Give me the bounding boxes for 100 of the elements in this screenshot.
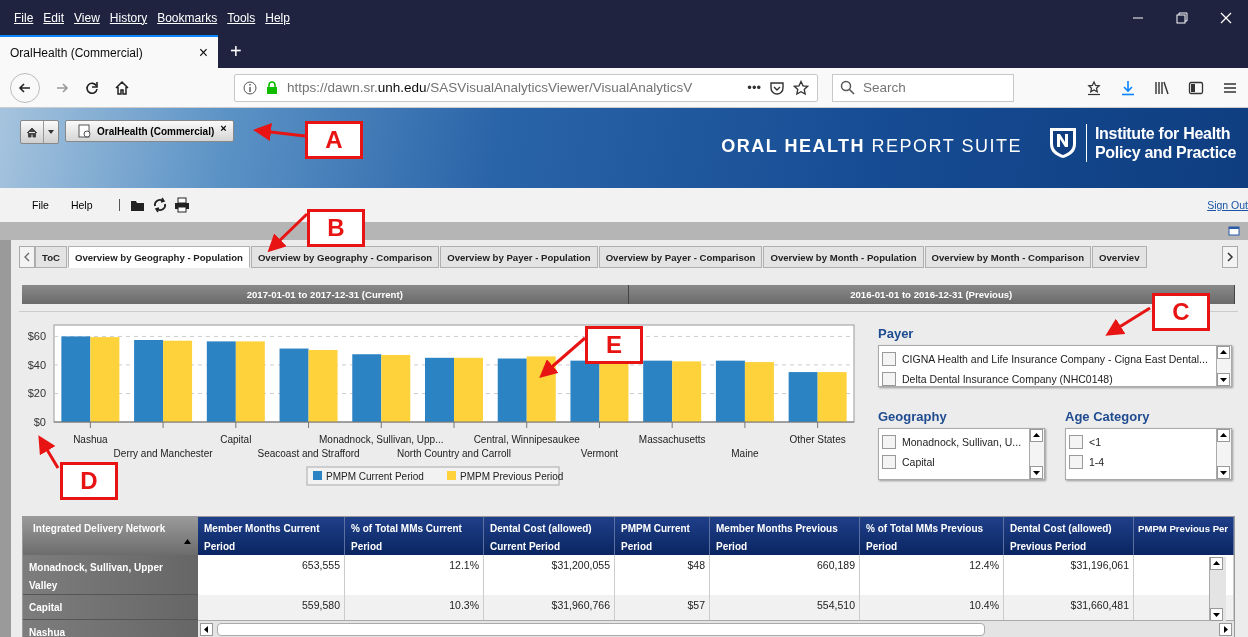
column-header[interactable]: % of Total MMs Previous Period — [860, 517, 1004, 555]
callout-arrow — [267, 212, 309, 253]
column-header[interactable]: Dental Cost (allowed) Current Period — [484, 517, 615, 555]
scroll-left-button[interactable] — [200, 623, 213, 636]
menu-item[interactable]: Help — [265, 10, 290, 25]
filter-list[interactable]: CIGNA Health and Life Insurance Company - Cigna East Dental... Delta Dental Insurance Company (NHC0148) — [878, 345, 1232, 387]
checkbox[interactable] — [882, 455, 896, 469]
report-page-tab[interactable]: ToC — [35, 246, 67, 268]
chevron-right-icon — [1226, 252, 1234, 262]
maximize-icon[interactable] — [1228, 225, 1240, 237]
column-header[interactable]: Dental Cost (allowed) Previous Period — [1004, 517, 1134, 555]
report-page-tab[interactable]: Overview by Payer - Comparison — [598, 246, 763, 268]
filter-list[interactable]: Monadnock, Sullivan, U... Capital — [878, 428, 1045, 480]
report-page-tab[interactable]: Overview by Month - Population — [763, 246, 924, 268]
filter-option[interactable]: 1-4 — [1089, 456, 1105, 468]
period-header: 2017-01-01 to 2017-12-31 (Current) — [22, 285, 629, 304]
info-icon[interactable] — [243, 80, 257, 95]
scroll-right-button[interactable] — [1219, 623, 1232, 636]
refresh-icon[interactable] — [151, 197, 168, 213]
vertical-scrollbar[interactable] — [1216, 429, 1231, 479]
callout-label: C — [1152, 293, 1210, 331]
bar[interactable] — [788, 372, 818, 422]
menu-item[interactable]: View — [74, 10, 100, 25]
filter-title: Age Category — [1065, 409, 1151, 424]
filter-option[interactable]: CIGNA Health and Life Insurance Company - Cigna East Dental... — [902, 353, 1208, 365]
bar[interactable] — [643, 360, 673, 422]
bar[interactable] — [61, 336, 91, 422]
print-icon[interactable] — [173, 197, 190, 213]
home-button[interactable] — [20, 120, 59, 144]
filter-option[interactable]: Delta Dental Insurance Company (NHC0148) — [902, 373, 1113, 385]
scrollbar-thumb[interactable] — [217, 623, 985, 636]
scroll-up-button[interactable] — [1030, 429, 1043, 442]
search-icon — [840, 79, 856, 96]
report-page-tab[interactable]: Overview by Geography - Comparison — [250, 246, 440, 268]
report-page-tab[interactable]: Overview by Month - Comparison — [924, 246, 1091, 268]
report-page-tab[interactable]: Overviev — [1092, 246, 1147, 268]
url-field[interactable]: https://dawn.sr.unh.edu/SASVisualAnalyticsViewer/VisualAnalyticsV ••• — [234, 73, 818, 102]
menu-item[interactable]: History — [109, 10, 148, 25]
sign-out-link[interactable]: Sign Out — [1207, 199, 1248, 211]
report-page-tab[interactable]: Overview by Payer - Population — [440, 246, 598, 268]
star-icon[interactable] — [793, 79, 809, 96]
vertical-scrollbar[interactable] — [1216, 346, 1231, 386]
menu-item[interactable]: Tools — [227, 10, 256, 25]
scroll-down-button[interactable] — [1217, 373, 1230, 386]
checkbox[interactable] — [882, 435, 896, 449]
axis-label: Seacoast and Strafford — [257, 448, 360, 459]
bar[interactable] — [570, 360, 600, 422]
sidebar-icon[interactable] — [1188, 79, 1204, 96]
caret-icon — [47, 128, 55, 136]
scroll-up-button[interactable] — [1210, 557, 1223, 570]
column-header[interactable]: Member Months Previous Period — [710, 517, 860, 555]
bar[interactable] — [134, 340, 164, 422]
column-header[interactable]: PMPM Previous Per — [1134, 517, 1234, 555]
new-tab-button[interactable]: + — [218, 40, 254, 63]
scroll-up-button[interactable] — [1217, 346, 1230, 359]
home-icon[interactable] — [114, 79, 130, 96]
home-icon — [26, 126, 38, 138]
menu-item[interactable]: Bookmarks — [157, 10, 218, 25]
bookmark-star-icon[interactable] — [1086, 79, 1102, 96]
menu-item[interactable]: Edit — [43, 10, 65, 25]
scroll-down-button[interactable] — [1217, 466, 1230, 479]
column-header[interactable]: Member Months Current Period — [198, 517, 345, 555]
browser-tab[interactable]: OralHealth (Commercial) × — [0, 35, 218, 68]
download-icon[interactable] — [1120, 79, 1136, 96]
vertical-scrollbar[interactable] — [1209, 557, 1226, 621]
bar[interactable] — [599, 362, 629, 422]
restore-icon[interactable] — [1174, 9, 1190, 26]
checkbox[interactable] — [1069, 455, 1083, 469]
scroll-down-button[interactable] — [1030, 466, 1043, 479]
bar[interactable] — [715, 360, 745, 422]
filter-option[interactable]: Capital — [902, 456, 935, 468]
checkbox[interactable] — [1069, 435, 1083, 449]
filter-option[interactable]: Monadnock, Sullivan, U... — [902, 436, 1022, 448]
filter-option[interactable]: <1 — [1089, 436, 1101, 448]
vertical-scrollbar[interactable] — [1029, 429, 1044, 479]
bar[interactable] — [497, 358, 527, 422]
horizontal-scrollbar[interactable] — [198, 620, 1234, 637]
sort-up-icon[interactable] — [183, 537, 192, 546]
checkbox[interactable] — [882, 372, 896, 386]
filter-list[interactable]: <1 1-4 — [1065, 428, 1232, 480]
reload-icon[interactable] — [84, 79, 100, 96]
search-field[interactable]: Search — [832, 73, 1014, 102]
menu-item[interactable]: File — [32, 199, 49, 211]
tab-scroll-left[interactable] — [19, 246, 35, 268]
menu-item[interactable]: File — [14, 10, 34, 25]
library-icon[interactable] — [1154, 79, 1170, 96]
tab-scroll-right[interactable] — [1222, 246, 1238, 268]
bar[interactable] — [352, 354, 382, 422]
column-header[interactable]: % of Total MMs Current Period — [345, 517, 484, 555]
scroll-up-button[interactable] — [1217, 429, 1230, 442]
bar[interactable] — [206, 341, 236, 422]
report-tab[interactable]: OralHealth (Commercial) × — [65, 120, 234, 142]
pocket-icon[interactable] — [769, 79, 785, 96]
menu-item[interactable]: Help — [70, 199, 93, 211]
column-header[interactable]: PMPM Current Period — [615, 517, 710, 555]
scroll-down-button[interactable] — [1210, 608, 1223, 621]
report-page-tab[interactable]: Overview by Geography - Population — [67, 246, 250, 268]
legend-swatch — [447, 471, 456, 480]
checkbox[interactable] — [882, 352, 896, 366]
lock-icon[interactable] — [265, 80, 279, 95]
